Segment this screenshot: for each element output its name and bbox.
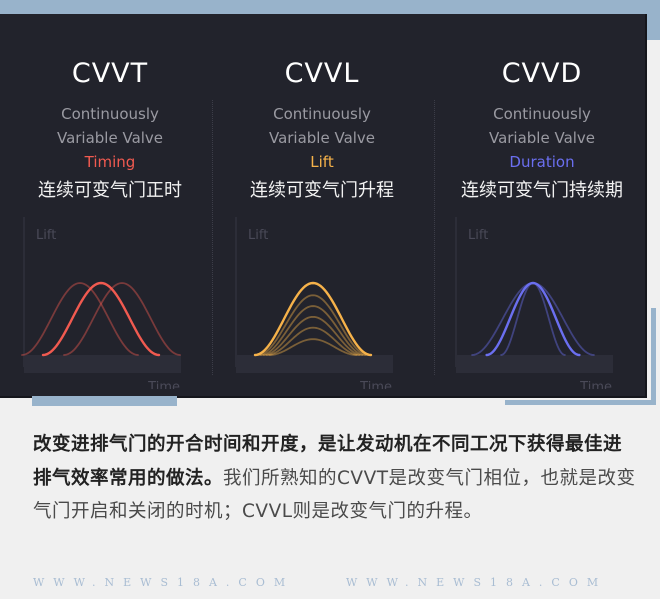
article-paragraph: 改变进排气门的开合时间和开度，是让发动机在不同工况下获得最佳进排气效率常用的做法… <box>33 428 638 529</box>
lift-chart-svg: Lift Time <box>21 217 181 389</box>
watermark-text: WWW.NEWS18A.COM <box>346 576 608 589</box>
baseline-band <box>456 355 613 373</box>
lift-curve-long <box>471 282 595 356</box>
cvvd-lift-chart: Lift Time <box>432 209 652 389</box>
cvvd-column: CVVD Continuously Variable Valve Duratio… <box>432 14 652 398</box>
lift-curve-current <box>485 281 581 357</box>
cvvd-title: CVVD <box>501 58 583 89</box>
cvvt-line1: Continuously <box>61 105 159 123</box>
watermark-text: WWW.NEWS18A.COM <box>33 576 295 589</box>
cvvt-column: CVVT Continuously Variable Valve Timing … <box>0 14 220 398</box>
top-accent-band <box>0 0 660 14</box>
baseline-band <box>236 355 393 373</box>
lift-curve-lift-4 <box>259 305 367 356</box>
cvvl-line2: Variable Valve <box>268 129 376 147</box>
cvvd-highlight: Duration <box>509 153 575 171</box>
baseline-band <box>24 355 181 373</box>
cvvl-line1: Continuously <box>273 105 371 123</box>
cvvd-chinese-name: 连续可变气门持续期 <box>461 180 623 201</box>
cvvl-lift-chart: Lift Time <box>212 209 432 389</box>
cvvt-title: CVVT <box>71 58 149 89</box>
y-axis-label: Lift <box>36 228 56 243</box>
y-axis-label: Lift <box>248 228 268 243</box>
y-axis-label: Lift <box>468 228 488 243</box>
bottom-right-accent-bar <box>505 400 655 405</box>
cvvt-chinese-name: 连续可变气门正时 <box>38 180 182 201</box>
cvvl-column: CVVL Continuously Variable Valve Lift 连续… <box>212 14 432 398</box>
cvvl-highlight: Lift <box>310 153 334 171</box>
cvvt-line2: Variable Valve <box>56 129 164 147</box>
lift-curve-advanced <box>21 282 139 356</box>
lift-chart-svg: Lift Time <box>455 217 613 389</box>
lift-curve-current <box>41 281 161 357</box>
x-axis-label: Time <box>579 380 612 389</box>
cvvt-lift-chart: Lift Time <box>0 209 220 389</box>
lift-curve-retarded <box>63 282 181 356</box>
x-axis-label: Time <box>147 380 180 389</box>
cvvl-chinese-name: 连续可变气门升程 <box>250 180 394 201</box>
x-axis-label: Time <box>359 380 392 389</box>
cvvl-title: CVVL <box>284 58 360 89</box>
cvvd-line1: Continuously <box>493 105 591 123</box>
cvvd-line2: Variable Valve <box>488 129 596 147</box>
lift-chart-svg: Lift Time <box>235 217 393 389</box>
cvvt-highlight: Timing <box>84 153 136 171</box>
